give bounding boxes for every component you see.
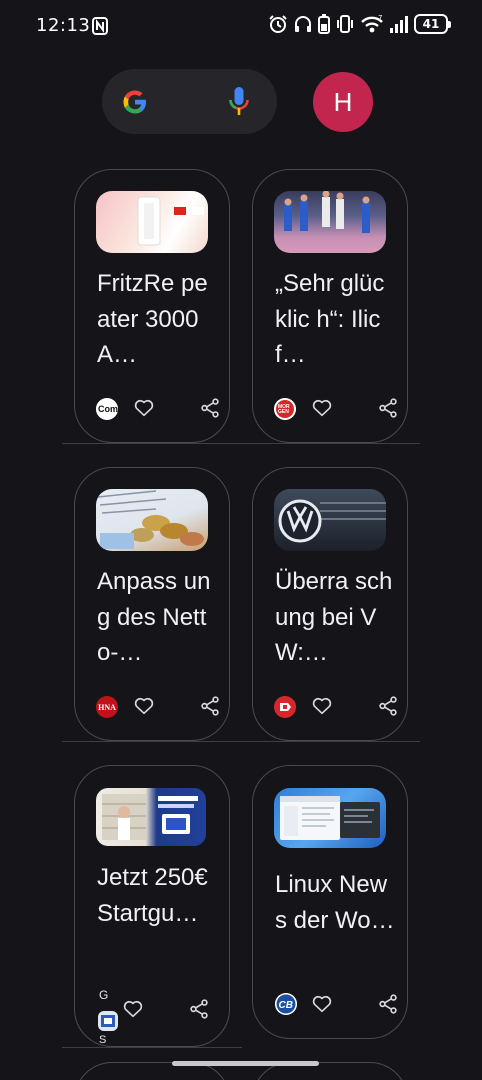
home-indicator[interactable] [172, 1061, 319, 1066]
card-thumbnail [274, 191, 386, 253]
news-card[interactable]: Jetzt 250€ Startgu… G S [74, 765, 230, 1047]
heart-icon[interactable] [133, 397, 155, 419]
ad-banner-image [102, 794, 198, 840]
microphone-icon[interactable] [228, 86, 250, 118]
status-icons: 7 41 [268, 14, 451, 34]
battery-icon: 41 [414, 14, 451, 34]
heart-icon[interactable] [311, 695, 333, 717]
bank-logo-icon [98, 1011, 118, 1031]
cb-source-text: CB [279, 1000, 293, 1011]
card-thumbnail [96, 788, 206, 846]
share-icon[interactable] [199, 397, 221, 419]
card-thumbnail [96, 489, 208, 551]
share-icon[interactable] [377, 993, 399, 1015]
gs-source-icon: G S [95, 988, 121, 1046]
hna-source-text: HNA [98, 702, 116, 712]
news-source-icon [274, 696, 296, 718]
handball-image [284, 191, 370, 233]
card-title: Linux News der Wo… [275, 871, 395, 934]
news-card[interactable]: Anpass ung des Netto-… HNA [74, 467, 230, 741]
linux-desktop-image [280, 796, 380, 840]
morgenpost-source-icon: MOR GEN [274, 398, 296, 420]
share-icon[interactable] [199, 695, 221, 717]
card-thumbnail [274, 788, 386, 848]
share-icon[interactable] [188, 998, 210, 1020]
svg-text:Com: Com [98, 404, 118, 414]
gs-source-letter-top: G [99, 988, 109, 1002]
vw-logo-image [278, 499, 386, 543]
google-logo-icon [123, 90, 146, 114]
alarm-icon [269, 15, 287, 33]
heart-icon[interactable] [133, 695, 155, 717]
card-title: FritzRe peater 3000 A… [97, 270, 208, 368]
status-bar: 12:13 7 41 [0, 0, 482, 52]
card-title: Anpass ung des Netto-… [97, 568, 211, 666]
vibrate-icon [337, 15, 353, 33]
wifi-icon: 7 [361, 14, 383, 33]
com-source-icon: Com [96, 398, 118, 420]
gs-source-letter-bottom: S [99, 1034, 107, 1046]
coins-contract-image [97, 490, 204, 549]
signal-icon [390, 16, 408, 33]
hna-source-icon: HNA [96, 696, 118, 718]
card-title: „Sehr glücklic h“: Ilic f… [275, 270, 385, 368]
status-time: 12:13 [36, 15, 91, 36]
news-card[interactable]: FritzRe peater 3000 A… Com [74, 169, 230, 443]
news-card[interactable]: Überra schung bei VW:… [252, 467, 408, 741]
card-thumbnail [274, 489, 386, 551]
search-bar[interactable] [102, 69, 277, 134]
nfc-icon [92, 17, 108, 35]
battery-saver-icon [318, 14, 330, 34]
news-card[interactable]: „Sehr glücklic h“: Ilic f… MOR GEN [252, 169, 408, 443]
news-card[interactable]: Linux News der Wo… CB [252, 765, 408, 1039]
card-title: Jetzt 250€ Startgu… [97, 864, 208, 927]
share-icon[interactable] [377, 397, 399, 419]
svg-text:7: 7 [378, 14, 382, 22]
divider [62, 741, 420, 742]
cb-source-icon: CB [275, 993, 297, 1015]
heart-icon[interactable] [311, 993, 333, 1015]
heart-icon[interactable] [122, 998, 144, 1020]
heart-icon[interactable] [311, 397, 333, 419]
share-icon[interactable] [377, 695, 399, 717]
battery-level: 41 [422, 17, 440, 31]
headphones-icon [295, 16, 311, 32]
card-thumbnail [96, 191, 208, 253]
divider [62, 443, 420, 444]
divider [62, 1047, 242, 1048]
fritz-repeater-image [137, 196, 204, 246]
avatar[interactable]: H [313, 72, 373, 132]
card-title: Überra schung bei VW:… [275, 568, 393, 666]
svg-text:GEN: GEN [278, 409, 289, 415]
